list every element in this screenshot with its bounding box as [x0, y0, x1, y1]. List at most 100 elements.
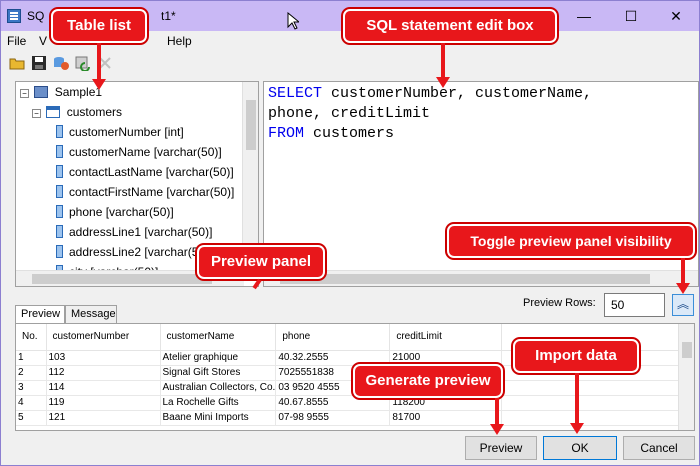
callout-arrowhead — [570, 423, 584, 434]
sql-text-segment: phone, creditLimit — [268, 105, 431, 122]
table-cell: 2 — [16, 365, 47, 381]
preview-rows-input[interactable]: 50 — [604, 293, 665, 317]
callout-arrow — [97, 43, 101, 83]
preview-button[interactable]: Preview — [465, 436, 537, 460]
tree-column[interactable]: phone [varchar(50)] — [56, 205, 174, 219]
callout-arrowhead — [490, 424, 504, 435]
callout-arrow — [575, 373, 579, 425]
callout-arrowhead — [676, 283, 690, 294]
refresh-table-icon[interactable] — [75, 55, 91, 71]
tree-root[interactable]: − Sample1 — [20, 85, 102, 99]
callout-arrowhead — [92, 79, 106, 90]
callout-table-list: Table list — [51, 9, 147, 43]
tree-column[interactable]: addressLine1 [varchar(50)] — [56, 225, 212, 239]
tree-column-label: phone [varchar(50)] — [69, 205, 174, 219]
table-cell: 21000 — [389, 350, 503, 366]
column-header[interactable]: No. — [16, 324, 47, 351]
collapse-icon[interactable]: − — [20, 89, 29, 98]
table-row[interactable]: 3 114 Australian Collectors, Co. 03 9520 45… — [16, 380, 683, 396]
scrollbar-thumb[interactable] — [32, 274, 212, 284]
menu-help[interactable]: Help — [167, 34, 192, 48]
table-cell: 81700 — [389, 410, 503, 426]
tree-column[interactable]: customerName [varchar(50)] — [56, 145, 222, 159]
ok-button[interactable]: OK — [543, 436, 617, 460]
tree-column-label: customerName [varchar(50)] — [69, 145, 222, 159]
table-cell: 5 — [16, 410, 47, 426]
table-cell: Baane Mini Imports — [160, 410, 277, 426]
database-connect-icon[interactable] — [53, 55, 69, 71]
sql-horizontal-scrollbar[interactable] — [264, 270, 698, 286]
table-cell: Australian Collectors, Co. — [160, 380, 277, 396]
table-cell: 40.32.2555 — [275, 350, 391, 366]
tree-column-label: customerNumber [int] — [69, 125, 184, 139]
database-icon — [34, 86, 49, 98]
column-icon — [56, 245, 63, 258]
table-cell: 112 — [46, 365, 161, 381]
close-button[interactable]: ✕ — [653, 1, 699, 31]
table-cell: 4 — [16, 395, 47, 411]
callout-arrow — [441, 43, 445, 81]
app-icon — [7, 9, 21, 23]
menu-file[interactable]: File — [7, 34, 26, 48]
mouse-cursor-icon — [287, 12, 299, 30]
table-cell — [501, 410, 683, 426]
tree-column-label: contactLastName [varchar(50)] — [69, 165, 234, 179]
column-icon — [56, 165, 63, 178]
preview-vertical-scrollbar[interactable] — [678, 324, 694, 430]
tree-column-label: contactFirstName [varchar(50)] — [69, 185, 235, 199]
table-cell: 103 — [46, 350, 161, 366]
column-header[interactable]: creditLimit — [389, 324, 503, 351]
scrollbar-thumb[interactable] — [280, 274, 650, 284]
tree-vertical-scrollbar[interactable] — [242, 82, 258, 272]
tree-column-label: addressLine2 [varchar(50)] — [69, 245, 213, 259]
open-folder-icon[interactable] — [9, 55, 25, 71]
sql-text-segment: customerNumber, customerName, — [322, 85, 593, 102]
column-header[interactable]: customerNumber — [46, 324, 161, 351]
collapse-icon[interactable]: − — [32, 109, 41, 118]
sql-text-segment: customers — [304, 125, 395, 142]
table-row[interactable]: 4 119 La Rochelle Gifts 40.67.8555 118200 — [16, 395, 683, 411]
tab-message[interactable]: Message — [65, 305, 117, 323]
column-header[interactable]: phone — [275, 324, 391, 351]
table-cell: Signal Gift Stores — [160, 365, 277, 381]
column-header[interactable]: customerName — [160, 324, 277, 351]
column-icon — [56, 185, 63, 198]
table-cell: 121 — [46, 410, 161, 426]
column-icon — [56, 145, 63, 158]
menu-view[interactable]: V — [39, 34, 47, 48]
table-cell: 07-98 9555 — [275, 410, 391, 426]
tab-preview[interactable]: Preview — [15, 305, 65, 324]
table-cell: 3 — [16, 380, 47, 396]
table-cell: 119 — [46, 395, 161, 411]
table-cell: 1 — [16, 350, 47, 366]
tree-column[interactable]: contactLastName [varchar(50)] — [56, 165, 234, 179]
callout-toggle-preview: Toggle preview panel visibility — [447, 224, 695, 258]
table-cell: La Rochelle Gifts — [160, 395, 277, 411]
maximize-button[interactable]: ☐ — [608, 1, 654, 31]
tree-column[interactable]: contactFirstName [varchar(50)] — [56, 185, 234, 199]
table-cell: 114 — [46, 380, 161, 396]
scrollbar-thumb[interactable] — [682, 342, 692, 358]
callout-sql-edit: SQL statement edit box — [343, 9, 557, 43]
save-icon[interactable] — [31, 55, 47, 71]
tree-table-customers[interactable]: − customers — [32, 105, 122, 119]
tree-table-label: customers — [66, 105, 123, 119]
toggle-preview-button[interactable]: ︽ — [672, 294, 694, 316]
window-title-suffix: t1* — [161, 9, 176, 23]
callout-generate-preview: Generate preview — [353, 364, 503, 398]
column-icon — [56, 205, 63, 218]
callout-preview-panel: Preview panel — [197, 245, 325, 279]
tree-column[interactable]: addressLine2 [varchar(50)] — [56, 245, 212, 259]
callout-arrow — [495, 398, 499, 426]
preview-rows-label: Preview Rows: — [523, 297, 596, 309]
column-icon — [56, 225, 63, 238]
callout-import-data: Import data — [513, 339, 639, 373]
table-cell: Atelier graphique — [160, 350, 277, 366]
sql-text[interactable]: SELECT customerNumber, customerName, pho… — [268, 84, 592, 144]
scrollbar-thumb[interactable] — [246, 100, 256, 150]
minimize-button[interactable]: — — [561, 1, 607, 31]
cancel-button[interactable]: Cancel — [623, 436, 695, 460]
tree-column[interactable]: customerNumber [int] — [56, 125, 184, 139]
sql-keyword: FROM — [268, 125, 305, 142]
main-window: SQ t1* — ☐ ✕ File V Help − Sample1 − cus… — [0, 0, 700, 466]
